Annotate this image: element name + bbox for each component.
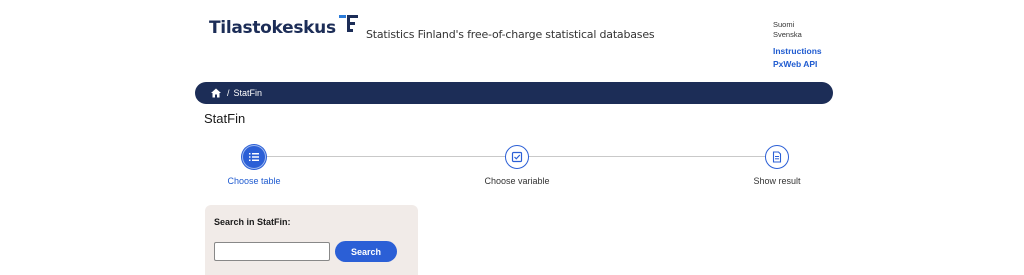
home-icon[interactable] (210, 87, 222, 99)
step-label: Choose variable (484, 176, 550, 186)
search-panel: Search in StatFin: Search (205, 205, 418, 275)
pxweb-api-link[interactable]: PxWeb API (773, 58, 822, 71)
step-show-result[interactable]: Show result (727, 145, 827, 186)
search-row: Search (214, 241, 409, 262)
step-choose-variable[interactable]: Choose variable (467, 145, 567, 186)
language-link-svenska[interactable]: Svenska (773, 30, 802, 40)
page-title: StatFin (204, 111, 246, 126)
checkbox-icon (511, 151, 523, 163)
site-logo[interactable]: Tilastokeskus (209, 12, 359, 38)
step-label: Show result (753, 176, 801, 186)
list-icon (249, 153, 259, 161)
step-indicator-2 (505, 145, 529, 169)
language-link-suomi[interactable]: Suomi (773, 20, 802, 30)
logo-mark-icon (338, 12, 359, 36)
step-label: Choose table (227, 176, 281, 186)
breadcrumb-separator: / (227, 88, 230, 98)
step-indicator-3 (765, 145, 789, 169)
step-choose-table[interactable]: Choose table (204, 145, 304, 186)
search-button[interactable]: Search (335, 241, 397, 262)
breadcrumb-item-statfin[interactable]: StatFin (234, 88, 263, 98)
language-switcher: Suomi Svenska (773, 20, 802, 40)
step-indicator-1 (242, 145, 266, 169)
document-icon (772, 151, 782, 163)
search-label: Search in StatFin: (214, 217, 291, 227)
instructions-link[interactable]: Instructions (773, 45, 822, 58)
logo-text: Tilastokeskus (209, 18, 336, 38)
site-tagline: Statistics Finland's free-of-charge stat… (366, 28, 655, 41)
header-links: Instructions PxWeb API (773, 45, 822, 71)
breadcrumb: / StatFin (195, 82, 833, 104)
search-input[interactable] (214, 242, 330, 261)
